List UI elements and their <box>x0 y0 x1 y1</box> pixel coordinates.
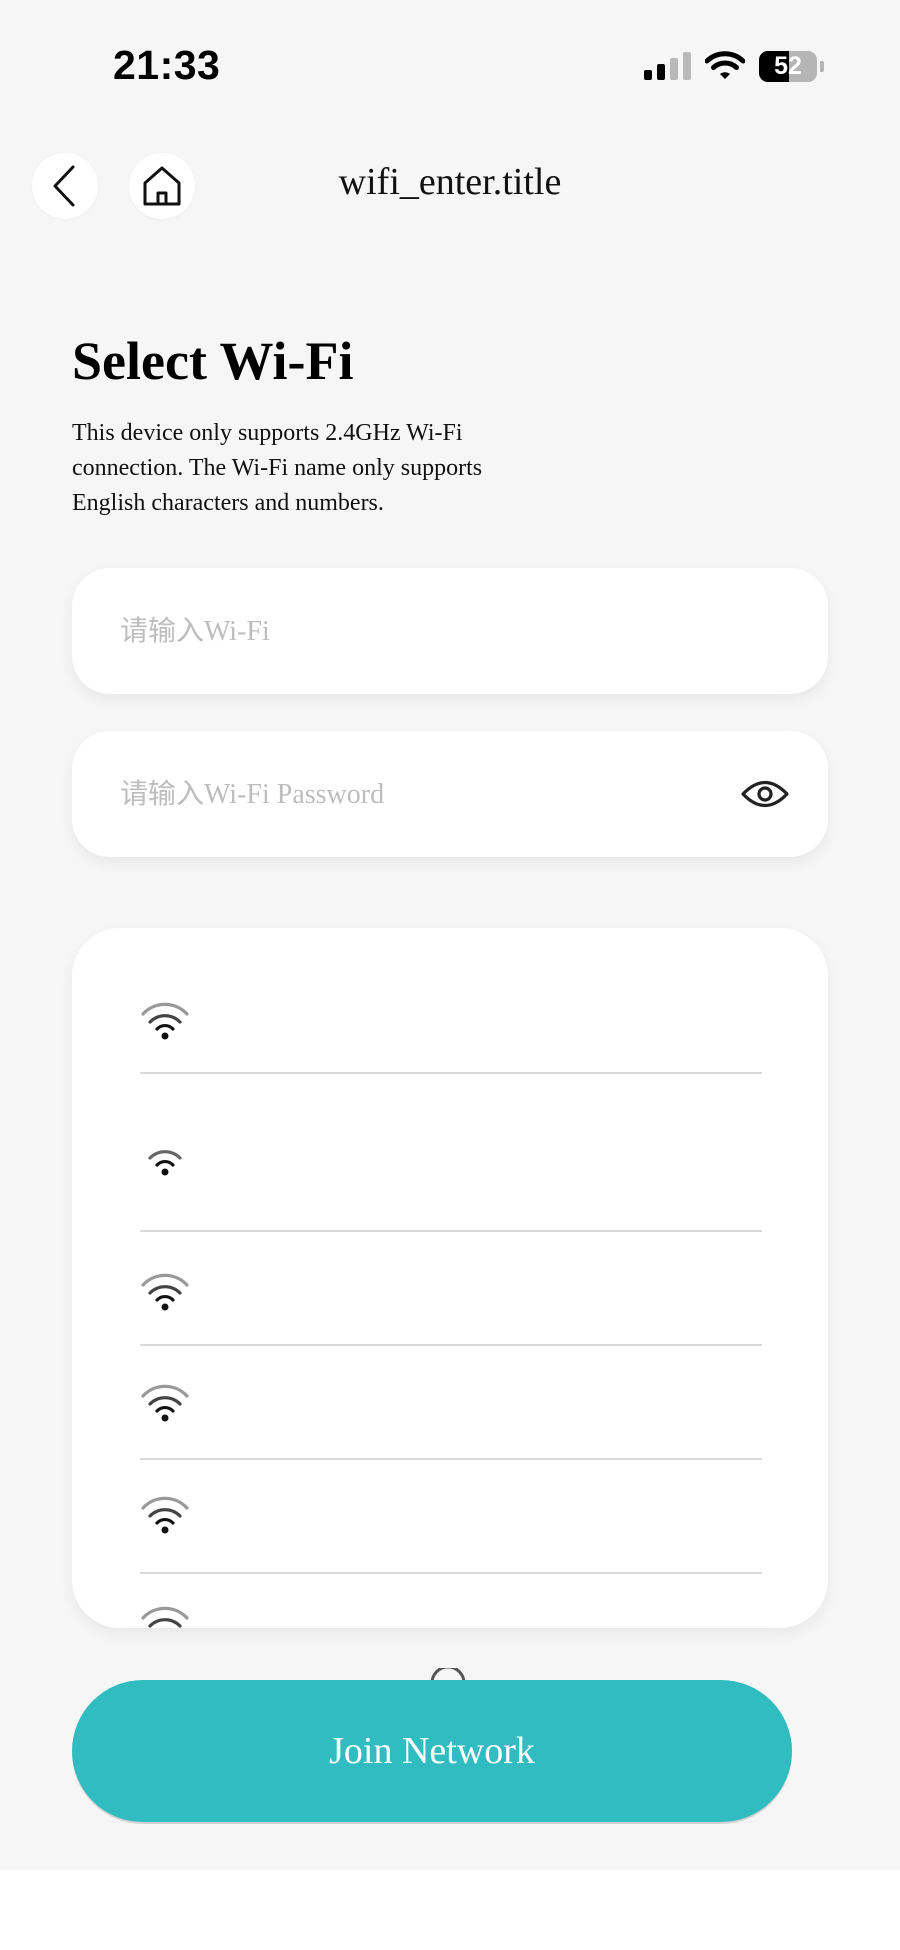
wifi-list-item[interactable] <box>140 1074 762 1232</box>
header-title: wifi_enter.title <box>0 160 900 204</box>
wifi-icon <box>141 1002 189 1040</box>
eye-icon <box>741 780 789 808</box>
wifi-icon <box>148 1150 182 1176</box>
wifi-list-item[interactable] <box>140 928 762 1074</box>
header-title-text: wifi_enter.title <box>338 161 562 203</box>
wifi-list-item[interactable] <box>140 1346 762 1460</box>
wifi-list-item[interactable] <box>140 1574 762 1628</box>
wifi-status-icon <box>705 51 745 79</box>
battery-cap <box>820 60 824 72</box>
app-screen: 21:33 52 wifi_enter.title Select Wi-Fi T… <box>0 0 900 1870</box>
cellular-signal-icon <box>644 52 691 80</box>
wifi-password-field <box>72 731 828 859</box>
join-network-button[interactable]: Join Network <box>72 1680 792 1822</box>
battery-icon: 52 <box>759 50 817 82</box>
wifi-network-list <box>72 928 828 1628</box>
toggle-password-visibility-button[interactable] <box>740 770 790 818</box>
wifi-password-input[interactable] <box>118 731 722 859</box>
status-icons: 52 <box>644 48 824 84</box>
wifi-list-item[interactable] <box>140 1460 762 1574</box>
wifi-icon <box>141 1496 189 1534</box>
wifi-icon <box>141 1273 189 1311</box>
page-description: This device only supports 2.4GHz Wi-Fi c… <box>72 420 483 516</box>
wifi-ssid-input[interactable] <box>118 568 722 696</box>
wifi-list-item[interactable] <box>140 1232 762 1346</box>
wifi-icon <box>141 1384 189 1422</box>
battery-level: 52 <box>774 51 802 80</box>
wifi-icon <box>141 1606 189 1628</box>
status-time: 21:33 <box>113 42 221 88</box>
wifi-ssid-field <box>72 568 828 696</box>
page-title: Select Wi-Fi <box>72 331 354 391</box>
